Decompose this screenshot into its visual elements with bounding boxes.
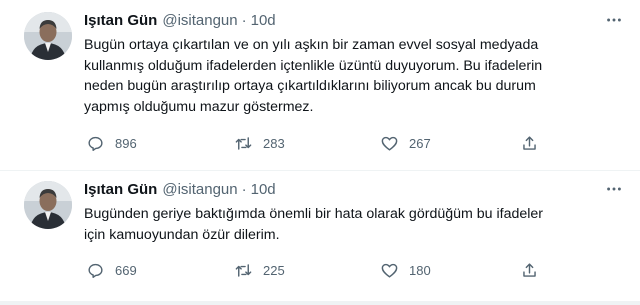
heart-icon (381, 136, 398, 151)
reply-icon (88, 136, 103, 151)
action-bar: 896 283 267 (84, 132, 554, 154)
heart-icon (381, 263, 398, 278)
retweet-icon (235, 136, 252, 150)
author-name[interactable]: Işıtan Gün (84, 12, 157, 29)
reply-icon (88, 263, 103, 278)
tweet-text-line: Bugün ortaya çıkartılan ve on yılı aşkın… (84, 37, 539, 53)
action-bar: 669 225 180 (84, 259, 554, 281)
tweet-text: Bugünden geriye baktığımda önemli bir ha… (84, 204, 624, 245)
tweet-text: Bugün ortaya çıkartılan ve on yılı aşkın… (84, 35, 624, 117)
retweet-icon (235, 263, 252, 277)
tweet-text-line: Bugünden geriye baktığımda önemli bir ha… (84, 206, 544, 222)
retweet-count: 283 (263, 135, 285, 151)
tweet-text-line: kullanmış olduğum ifadelerden içtenlikle… (84, 57, 543, 74)
author-handle[interactable]: @isitangun (162, 12, 237, 29)
separator: · (241, 180, 247, 198)
bottom-divider (0, 301, 640, 305)
retweet-count: 225 (263, 262, 285, 278)
reply-count: 669 (115, 262, 137, 278)
more-icon[interactable] (604, 179, 624, 199)
retweet-button[interactable]: 225 (234, 259, 285, 281)
share-icon (523, 262, 536, 277)
tweet-text-line: yapmış olduğumu mazur göstermez. (84, 98, 314, 115)
timestamp[interactable]: 10d (251, 181, 276, 198)
author-handle[interactable]: @isitangun (162, 181, 237, 198)
avatar[interactable] (24, 12, 72, 60)
like-button[interactable]: 267 (380, 132, 431, 154)
like-count: 180 (409, 262, 431, 278)
tweet[interactable]: Işıtan Gün @isitangun · 10d Bugünden ger… (0, 171, 640, 305)
tweet-text-line: neden bugün araştırılıp ortaya çıkartıld… (84, 78, 536, 94)
like-count: 267 (409, 135, 431, 151)
reply-count: 896 (115, 135, 137, 151)
share-button[interactable] (520, 259, 539, 281)
author-name[interactable]: Işıtan Gün (84, 181, 157, 198)
like-button[interactable]: 180 (380, 259, 431, 281)
tweet[interactable]: Işıtan Gün @isitangun · 10d Bugün ortaya… (0, 0, 640, 171)
timestamp[interactable]: 10d (251, 12, 276, 29)
retweet-button[interactable]: 283 (234, 132, 285, 154)
share-button[interactable] (520, 132, 539, 154)
separator: · (241, 11, 247, 29)
more-icon[interactable] (604, 10, 624, 30)
tweet-header: Işıtan Gün @isitangun · 10d (84, 179, 276, 199)
reply-button[interactable]: 896 (86, 132, 137, 154)
reply-button[interactable]: 669 (86, 259, 137, 281)
share-icon (523, 135, 536, 150)
tweet-text-line: için kamuoyundan özür dilerim. (84, 226, 280, 243)
tweet-header: Işıtan Gün @isitangun · 10d (84, 10, 276, 30)
avatar[interactable] (24, 181, 72, 229)
